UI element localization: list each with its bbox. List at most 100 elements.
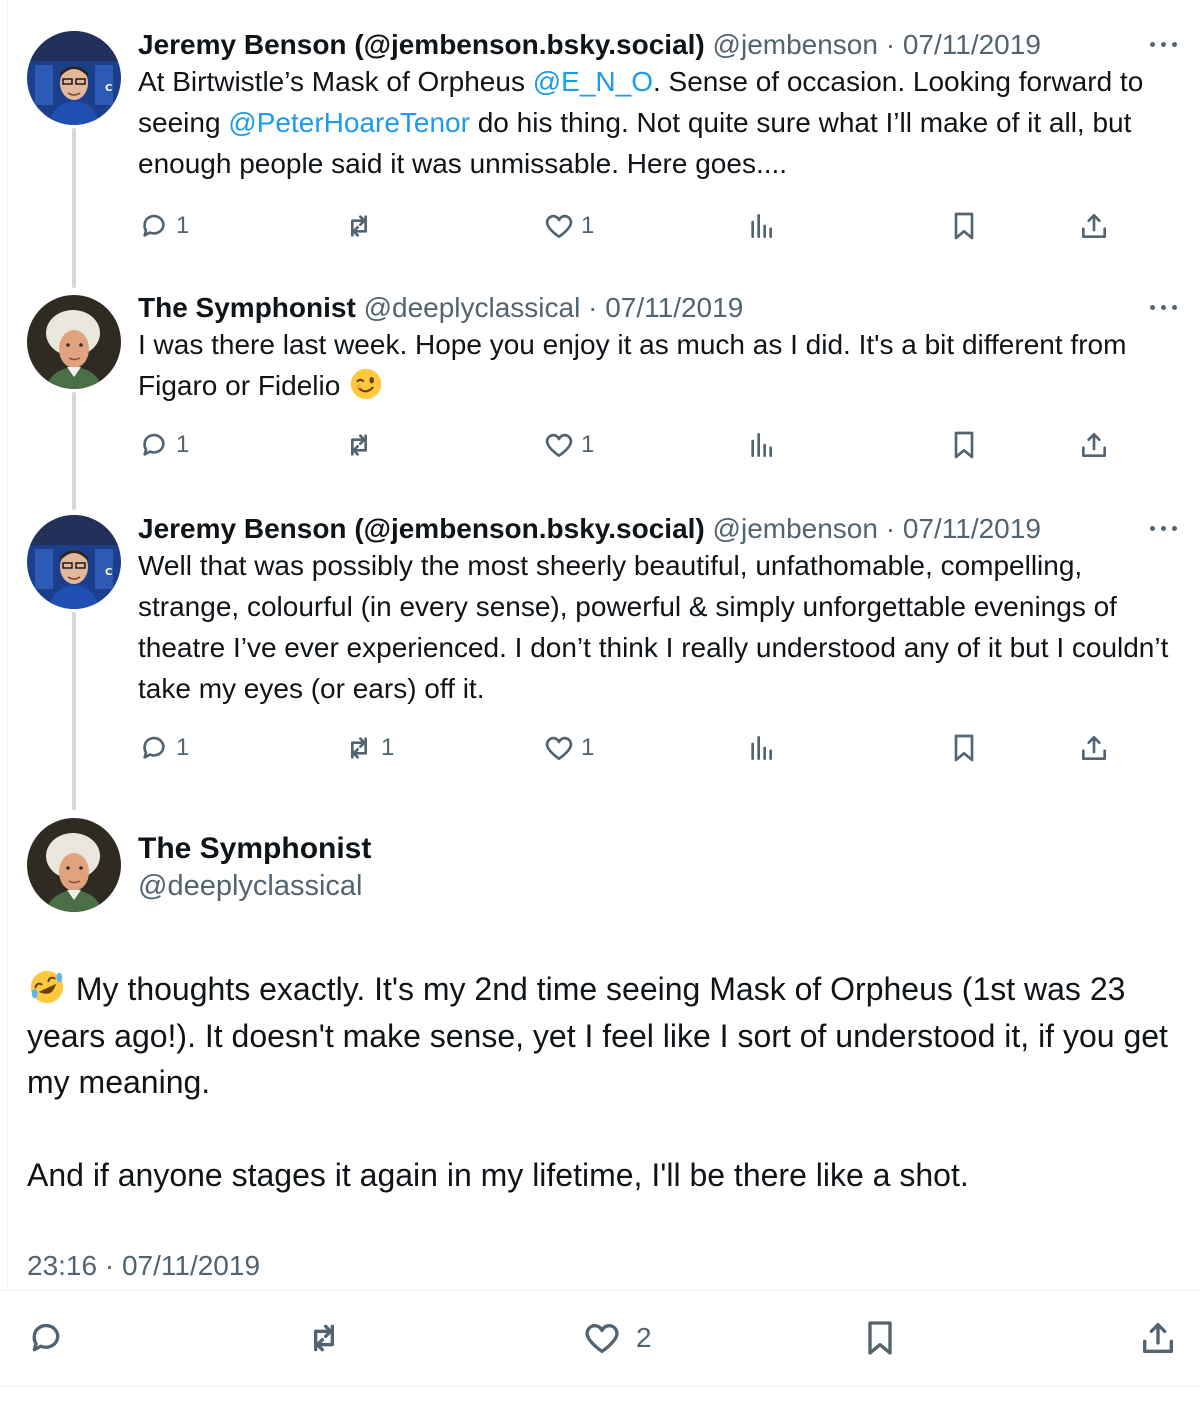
like-button[interactable]: 1 bbox=[543, 425, 594, 465]
post-date[interactable]: 07/11/2019 bbox=[903, 29, 1041, 60]
post-header: Jeremy Benson (@jembenson.bsky.social) @… bbox=[138, 512, 1041, 546]
winking-face-emoji bbox=[348, 367, 384, 401]
column-border bbox=[7, 0, 8, 1290]
share-button[interactable] bbox=[1078, 425, 1110, 465]
post-time: 23:16 bbox=[27, 1250, 98, 1281]
reply-button[interactable]: 1 bbox=[138, 425, 189, 465]
main-post-paragraph: And if anyone stages it again in my life… bbox=[27, 1156, 969, 1193]
main-post-paragraph: My thoughts exactly. It's my 2nd time se… bbox=[27, 966, 1177, 1106]
heart-icon bbox=[545, 736, 573, 760]
like-count: 1 bbox=[581, 734, 595, 761]
bookmark-icon bbox=[868, 1321, 892, 1355]
repost-icon bbox=[351, 215, 367, 237]
like-count: 2 bbox=[636, 1322, 652, 1353]
like-count: 1 bbox=[581, 212, 595, 239]
post-actions: 1 1 bbox=[138, 206, 1138, 246]
reply-count: 1 bbox=[176, 212, 190, 239]
reply-button[interactable]: 1 bbox=[138, 206, 189, 246]
like-button[interactable]: 2 bbox=[582, 1312, 652, 1364]
rolling-on-floor-laughing-emoji bbox=[27, 968, 67, 1006]
separator: · bbox=[580, 292, 606, 323]
repost-count: 1 bbox=[381, 734, 395, 761]
post-date[interactable]: 07/11/2019 bbox=[903, 513, 1041, 544]
bookmark-button[interactable] bbox=[948, 728, 980, 768]
bookmark-icon bbox=[954, 431, 974, 459]
post-header: Jeremy Benson (@jembenson.bsky.social) @… bbox=[138, 28, 1041, 62]
reply-button[interactable]: 1 bbox=[138, 728, 189, 768]
avatar[interactable] bbox=[27, 295, 121, 389]
reply-icon bbox=[143, 736, 165, 759]
views-icon bbox=[751, 736, 772, 760]
reply-count: 1 bbox=[176, 734, 190, 761]
reply-icon bbox=[32, 1323, 60, 1352]
thread-connector bbox=[72, 128, 76, 288]
repost-icon bbox=[351, 737, 367, 759]
post-actions: 1 1 1 bbox=[138, 728, 1138, 768]
author-name[interactable]: The Symphonist bbox=[138, 830, 371, 868]
bookmark-button[interactable] bbox=[860, 1312, 900, 1364]
post-text: At Birtwistle’s Mask of Orpheus @E_N_O. … bbox=[138, 66, 1144, 179]
thread-connector bbox=[72, 612, 76, 810]
reply-icon bbox=[143, 214, 165, 237]
thread-post[interactable]: The Symphonist @deeplyclassical · 07/11/… bbox=[138, 291, 1178, 481]
avatar[interactable]: C bbox=[27, 515, 121, 609]
repost-button[interactable]: 1 bbox=[343, 728, 394, 768]
mention-link[interactable]: @PeterHoareTenor bbox=[228, 107, 470, 138]
share-icon bbox=[1082, 214, 1106, 238]
heart-icon bbox=[545, 433, 573, 457]
views-button[interactable] bbox=[746, 206, 778, 246]
author-handle[interactable]: @deeplyclassical bbox=[364, 292, 581, 323]
post-date: 07/11/2019 bbox=[121, 1250, 261, 1281]
share-button[interactable] bbox=[1138, 1312, 1178, 1364]
post-date[interactable]: 07/11/2019 bbox=[605, 292, 743, 323]
post-text: I was there last week. Hope you enjoy it… bbox=[138, 329, 1127, 401]
post-timestamp[interactable]: 23:16 · 07/11/2019 bbox=[27, 1250, 260, 1282]
author-name[interactable]: Jeremy Benson (@jembenson.bsky.social) bbox=[138, 513, 705, 544]
heart-icon bbox=[545, 214, 573, 238]
separator: · bbox=[877, 513, 903, 544]
reply-button[interactable] bbox=[26, 1312, 66, 1364]
mention-link[interactable]: @E_N_O bbox=[533, 66, 653, 97]
thread-post[interactable]: Jeremy Benson (@jembenson.bsky.social) @… bbox=[138, 512, 1178, 772]
author-name[interactable]: Jeremy Benson (@jembenson.bsky.social) bbox=[138, 29, 705, 60]
more-options-icon[interactable] bbox=[1150, 40, 1178, 50]
main-post-header: The Symphonist @deeplyclassical bbox=[138, 830, 371, 904]
repost-button[interactable] bbox=[304, 1312, 344, 1364]
views-icon bbox=[751, 433, 772, 457]
share-button[interactable] bbox=[1078, 206, 1110, 246]
views-button[interactable] bbox=[746, 728, 778, 768]
divider bbox=[0, 1386, 1200, 1387]
post-header: The Symphonist @deeplyclassical · 07/11/… bbox=[138, 291, 743, 325]
share-icon bbox=[1143, 1323, 1173, 1353]
repost-button[interactable] bbox=[343, 425, 381, 465]
repost-icon bbox=[314, 1324, 334, 1352]
bookmark-icon bbox=[954, 734, 974, 762]
thread-post[interactable]: Jeremy Benson (@jembenson.bsky.social) @… bbox=[138, 28, 1178, 258]
author-handle[interactable]: @deeplyclassical bbox=[138, 868, 371, 904]
like-button[interactable]: 1 bbox=[543, 206, 594, 246]
author-handle[interactable]: @jembenson bbox=[713, 29, 878, 60]
more-options-icon[interactable] bbox=[1150, 303, 1178, 313]
share-button[interactable] bbox=[1078, 728, 1110, 768]
post-actions: 1 1 bbox=[138, 425, 1138, 465]
main-post-actions: 2 bbox=[0, 1312, 1200, 1364]
author-handle[interactable]: @jembenson bbox=[713, 513, 878, 544]
bookmark-button[interactable] bbox=[948, 425, 980, 465]
more-options-icon[interactable] bbox=[1150, 524, 1178, 534]
repost-button[interactable] bbox=[343, 206, 381, 246]
separator: · bbox=[877, 29, 903, 60]
bookmark-button[interactable] bbox=[948, 206, 980, 246]
author-name[interactable]: The Symphonist bbox=[138, 292, 356, 323]
views-button[interactable] bbox=[746, 425, 778, 465]
share-icon bbox=[1082, 433, 1106, 457]
avatar[interactable]: C bbox=[27, 31, 121, 125]
heart-icon bbox=[585, 1324, 619, 1353]
thread-connector bbox=[72, 392, 76, 510]
divider bbox=[0, 1290, 1200, 1291]
avatar[interactable] bbox=[27, 818, 121, 912]
like-count: 1 bbox=[581, 431, 595, 458]
repost-icon bbox=[351, 434, 367, 456]
share-icon bbox=[1082, 736, 1106, 760]
tweet-thread-page: C C Jeremy Benson (@jembenson.bsky.socia… bbox=[0, 0, 1200, 1402]
like-button[interactable]: 1 bbox=[543, 728, 594, 768]
